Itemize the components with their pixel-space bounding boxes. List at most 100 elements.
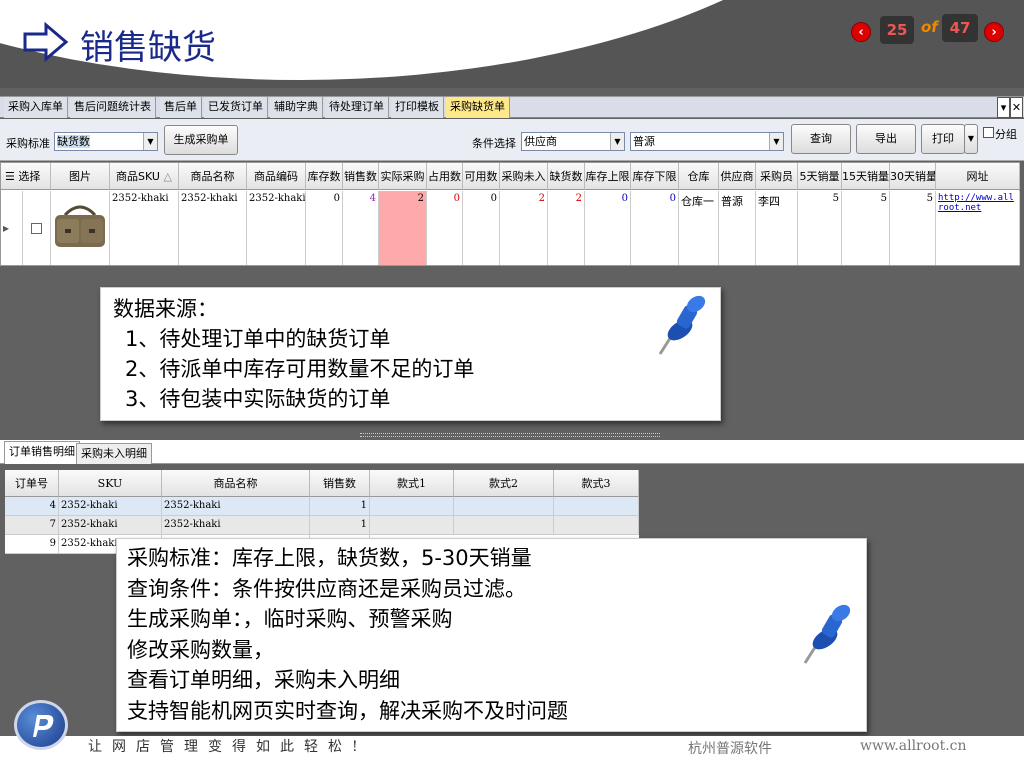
- column-header-product-name[interactable]: 商品名称: [179, 163, 247, 190]
- purchase-standard-select[interactable]: 缺货数 ▼: [54, 132, 158, 151]
- column-header-order-no[interactable]: 订单号: [5, 470, 59, 497]
- cell-product-name: 2352-khaki: [162, 497, 310, 516]
- tab-purchase-shortage[interactable]: 采购缺货单: [446, 97, 510, 118]
- column-header-sku[interactable]: 商品SKU △: [110, 163, 179, 190]
- cell-warehouse: 仓库一: [679, 191, 719, 265]
- print-dropdown-icon[interactable]: ▼: [964, 124, 978, 154]
- column-header-shortage[interactable]: 缺货数: [548, 163, 585, 190]
- note-line: 查看订单明细，采购未入明细: [127, 668, 400, 692]
- toolbar: 采购标准 缺货数 ▼ 生成采购单 条件选择 供应商 ▼ 普源 ▼ 查询 导出 打…: [0, 119, 1024, 161]
- cell-shortage: 2: [548, 191, 585, 265]
- note-line: 3、待包装中实际缺货的订单: [125, 387, 391, 411]
- table-row[interactable]: 7 2352-khaki 2352-khaki 1: [5, 516, 639, 535]
- splitter-handle[interactable]: [360, 433, 660, 437]
- condition-field-select[interactable]: 供应商 ▼: [521, 132, 625, 151]
- column-header-select[interactable]: ☰ 选择: [1, 163, 51, 190]
- cell-style-3: [554, 497, 639, 516]
- cell-buyer: 李四: [756, 191, 798, 265]
- condition-value-select[interactable]: 普源 ▼: [630, 132, 784, 151]
- tab-after-sales[interactable]: 售后单: [160, 97, 202, 118]
- query-button[interactable]: 查询: [791, 124, 851, 154]
- current-page-number: 25: [880, 16, 914, 44]
- footer-website-link[interactable]: www.allroot.cn: [860, 738, 967, 754]
- cell-style-1: [370, 516, 454, 535]
- arrow-right-icon: [23, 22, 69, 62]
- detail-tab-bar: 订单销售明细 采购未入明细: [0, 440, 1024, 464]
- cell-actual-purchase[interactable]: 2: [379, 191, 427, 265]
- column-header-available[interactable]: 可用数: [463, 163, 500, 190]
- column-header-sku[interactable]: SKU: [59, 470, 162, 497]
- column-header-sales-15d[interactable]: 15天销量: [842, 163, 890, 190]
- column-header-image[interactable]: 图片: [51, 163, 110, 190]
- next-page-button[interactable]: ›: [984, 22, 1004, 42]
- column-header-url[interactable]: 网址: [936, 163, 1020, 190]
- column-header-warehouse[interactable]: 仓库: [679, 163, 719, 190]
- condition-label: 条件选择: [472, 137, 516, 150]
- cell-sales-qty: 1: [310, 497, 370, 516]
- column-header-style-2[interactable]: 款式2: [454, 470, 554, 497]
- column-header-stock[interactable]: 库存数: [306, 163, 343, 190]
- total-page-number: 47: [942, 14, 978, 42]
- tab-purchase-inbound[interactable]: 采购入库单: [4, 97, 68, 118]
- cell-purchase-pending: 2: [500, 191, 548, 265]
- column-header-product-code[interactable]: 商品编码: [247, 163, 306, 190]
- column-header-sales[interactable]: 销售数: [343, 163, 379, 190]
- column-header-stock-lower[interactable]: 库存下限: [631, 163, 679, 190]
- print-button[interactable]: 打印: [921, 124, 965, 154]
- export-button[interactable]: 导出: [856, 124, 916, 154]
- condition-field-value: 供应商: [524, 135, 557, 148]
- sort-icon: △: [163, 170, 172, 183]
- cell-style-3: [554, 516, 639, 535]
- column-header-sales-30d[interactable]: 30天销量: [890, 163, 936, 190]
- note-line: 支持智能机网页实时查询，解决采购不及时问题: [127, 698, 568, 723]
- table-row[interactable]: 4 2352-khaki 2352-khaki 1: [5, 497, 639, 516]
- cell-sales: 4: [343, 191, 379, 265]
- column-header-style-1[interactable]: 款式1: [370, 470, 454, 497]
- purchase-standard-value: 缺货数: [57, 135, 90, 148]
- tab-order-sales-detail[interactable]: 订单销售明细: [4, 441, 80, 464]
- footer-slogan: 让网店管理变得如此轻松!: [88, 739, 368, 755]
- cell-available: 0: [463, 191, 500, 265]
- row-select-cell: [23, 191, 51, 265]
- cell-stock-lower: 0: [631, 191, 679, 265]
- column-header-buyer[interactable]: 采购员: [756, 163, 798, 190]
- column-header-sales-5d[interactable]: 5天销量: [798, 163, 842, 190]
- tab-purchase-pending-detail[interactable]: 采购未入明细: [76, 443, 152, 464]
- cell-sku: 2352-khaki: [110, 191, 179, 265]
- tab-shipped-orders[interactable]: 已发货订单: [204, 97, 268, 118]
- tab-after-sales-stats[interactable]: 售后问题统计表: [70, 97, 156, 118]
- create-purchase-order-button[interactable]: 生成采购单: [164, 125, 238, 155]
- close-tab-icon[interactable]: ✕: [1010, 97, 1023, 118]
- chevron-down-icon: ▼: [143, 133, 157, 150]
- cell-sales-15d: 5: [842, 191, 890, 265]
- column-header-stock-upper[interactable]: 库存上限: [585, 163, 631, 190]
- footer-company: 杭州普源软件: [688, 741, 772, 757]
- chevron-down-icon: ▼: [610, 133, 624, 150]
- tab-print-template[interactable]: 打印模板: [391, 97, 444, 118]
- cell-sales-qty: 1: [310, 516, 370, 535]
- column-header-purchase-pending[interactable]: 采购未入: [500, 163, 548, 190]
- row-select-checkbox[interactable]: [31, 223, 42, 234]
- tab-pending-orders[interactable]: 待处理订单: [325, 97, 389, 118]
- note-line: 2、待派单中库存可用数量不足的订单: [125, 357, 475, 381]
- chevron-down-icon: ▼: [769, 133, 783, 150]
- cell-stock-upper: 0: [585, 191, 631, 265]
- column-header-occupied[interactable]: 占用数: [427, 163, 463, 190]
- cell-order-no: 4: [5, 497, 59, 516]
- tab-list-dropdown-icon[interactable]: ▾: [997, 97, 1010, 118]
- page-of-label: of: [921, 18, 938, 36]
- cell-url-link[interactable]: http://www.allroot.net: [936, 191, 1020, 265]
- pushpin-icon: [658, 295, 706, 355]
- group-checkbox[interactable]: [983, 127, 994, 138]
- column-header-style-3[interactable]: 款式3: [554, 470, 639, 497]
- column-header-actual-purchase[interactable]: 实际采购: [379, 163, 427, 190]
- column-header-supplier[interactable]: 供应商: [719, 163, 756, 190]
- group-checkbox-label: 分组: [995, 128, 1017, 141]
- cell-order-no: 9: [5, 535, 59, 554]
- note-line: 查询条件：条件按供应商还是采购员过滤。: [127, 576, 526, 601]
- tab-aux-dictionary[interactable]: 辅助字典: [270, 97, 323, 118]
- note-line: 修改采购数量，: [127, 637, 274, 662]
- column-header-sales-qty[interactable]: 销售数: [310, 470, 370, 497]
- prev-page-button[interactable]: ‹: [851, 22, 871, 42]
- column-header-product-name[interactable]: 商品名称: [162, 470, 310, 497]
